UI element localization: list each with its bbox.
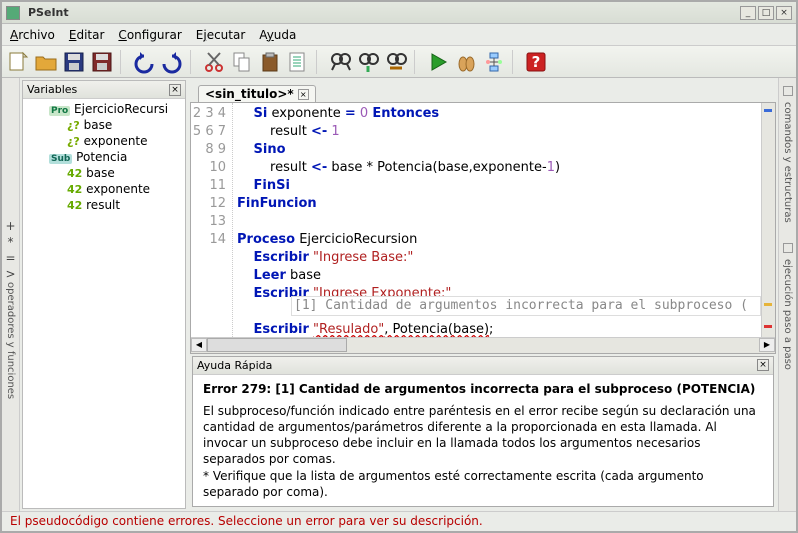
variables-close-btn[interactable]: × — [169, 84, 181, 96]
help-close-btn[interactable]: × — [757, 359, 769, 371]
right-label-1: comandos y estructuras — [782, 102, 793, 223]
undo-icon[interactable] — [132, 50, 156, 74]
editor: 2 3 4 5 6 7 8 9 10 11 12 13 14 Si expone… — [190, 102, 776, 354]
menu-bar: Archivo Editar Configurar Ejecutar Ayuda — [2, 24, 796, 46]
error-desc-1: El subproceso/función indicado entre par… — [203, 403, 763, 468]
proc-tag: Pro — [49, 106, 70, 116]
app-title: PSeInt — [24, 6, 738, 19]
code-lines[interactable]: Si exponente = 0 Entonces result <- 1 Si… — [233, 103, 761, 337]
close-button[interactable]: × — [776, 6, 792, 20]
redo-icon[interactable] — [160, 50, 184, 74]
title-bar: PSeInt _ □ × — [2, 2, 796, 24]
right-gutter[interactable]: comandos y estructuras ejecución paso a … — [778, 78, 796, 511]
flowchart-icon[interactable] — [482, 50, 506, 74]
toolbar: ? — [2, 46, 796, 78]
copy-icon[interactable] — [230, 50, 254, 74]
right-sq-2[interactable] — [783, 243, 793, 253]
tab-close-btn[interactable]: × — [298, 89, 309, 100]
var-exponente: exponente — [84, 134, 148, 148]
svar-base: base — [86, 166, 115, 180]
variables-header: Variables × — [23, 81, 185, 99]
save-icon[interactable] — [62, 50, 86, 74]
help-icon[interactable]: ? — [524, 50, 548, 74]
help-panel: Ayuda Rápida × Error 279: [1] Cantidad d… — [192, 356, 774, 507]
left-gutter[interactable]: + * = > operadores y funciones — [2, 78, 20, 511]
svar-exponente: exponente — [86, 182, 150, 196]
sub-tag: Sub — [49, 154, 72, 164]
step-icon[interactable] — [454, 50, 478, 74]
hscroll-thumb[interactable] — [207, 338, 347, 352]
type-unknown-tag: ¿? — [67, 119, 80, 132]
menu-ejecutar[interactable]: Ejecutar — [196, 28, 246, 42]
left-gutter-label: operadores y funciones — [5, 282, 16, 399]
app-icon — [6, 6, 20, 20]
variables-title: Variables — [27, 83, 77, 96]
right-label-2: ejecución paso a paso — [782, 259, 793, 370]
indent-icon[interactable] — [286, 50, 310, 74]
app-window: PSeInt _ □ × Archivo Editar Configurar E… — [0, 0, 798, 533]
open-icon[interactable] — [34, 50, 58, 74]
maximize-button[interactable]: □ — [758, 6, 774, 20]
hscroll-right[interactable]: ▶ — [759, 338, 775, 352]
tab-label: <sin_titulo>* — [205, 87, 294, 101]
cut-icon[interactable] — [202, 50, 226, 74]
menu-configurar[interactable]: Configurar — [118, 28, 181, 42]
svar-result: result — [86, 198, 120, 212]
menu-archivo[interactable]: Archivo — [10, 28, 55, 42]
new-icon[interactable] — [6, 50, 30, 74]
line-numbers: 2 3 4 5 6 7 8 9 10 11 12 13 14 — [191, 103, 233, 337]
var-base: base — [84, 118, 113, 132]
editor-pane: <sin_titulo>* × 2 3 4 5 6 7 8 9 10 11 12… — [190, 80, 776, 509]
vertical-scrollbar[interactable] — [761, 103, 775, 337]
svg-text:?: ? — [532, 53, 541, 71]
help-header: Ayuda Rápida × — [193, 357, 773, 375]
code-area[interactable]: 2 3 4 5 6 7 8 9 10 11 12 13 14 Si expone… — [191, 103, 775, 337]
inline-error-tooltip: [1] Cantidad de argumentos incorrecta pa… — [291, 296, 761, 316]
variables-panel: Variables × Pro EjercicioRecursi ¿? base… — [22, 80, 186, 509]
type-num-tag: 42 — [67, 167, 82, 180]
status-bar: El pseudocódigo contiene errores. Selecc… — [2, 511, 796, 531]
error-desc-2: * Verifique que la lista de argumentos e… — [203, 468, 763, 500]
tabs-bar: <sin_titulo>* × — [190, 80, 776, 102]
horizontal-scrollbar[interactable]: ◀ ▶ — [191, 337, 775, 353]
paste-icon[interactable] — [258, 50, 282, 74]
sub-name: Potencia — [76, 150, 127, 164]
replace-icon[interactable] — [384, 50, 408, 74]
run-icon[interactable] — [426, 50, 450, 74]
save-as-icon[interactable] — [90, 50, 114, 74]
main-area: + * = > operadores y funciones Variables… — [2, 78, 796, 511]
right-sq-1[interactable] — [783, 86, 793, 96]
menu-editar[interactable]: Editar — [69, 28, 105, 42]
minimize-button[interactable]: _ — [740, 6, 756, 20]
status-text: El pseudocódigo contiene errores. Selecc… — [10, 514, 483, 528]
op-plus: + — [5, 219, 15, 233]
variables-tree[interactable]: Pro EjercicioRecursi ¿? base ¿? exponent… — [23, 99, 185, 508]
op-mult: * — [8, 235, 14, 249]
op-gt: > — [5, 267, 15, 281]
error-title: Error 279: [1] Cantidad de argumentos in… — [203, 381, 763, 397]
op-eq: = — [5, 251, 15, 265]
menu-ayuda[interactable]: Ayuda — [259, 28, 296, 42]
find-next-icon[interactable] — [356, 50, 380, 74]
help-body: Error 279: [1] Cantidad de argumentos in… — [193, 375, 773, 506]
proc-name: EjercicioRecursi — [74, 102, 168, 116]
hscroll-left[interactable]: ◀ — [191, 338, 207, 352]
tab-sin-titulo[interactable]: <sin_titulo>* × — [198, 85, 316, 102]
help-title: Ayuda Rápida — [197, 359, 272, 372]
find-icon[interactable] — [328, 50, 352, 74]
